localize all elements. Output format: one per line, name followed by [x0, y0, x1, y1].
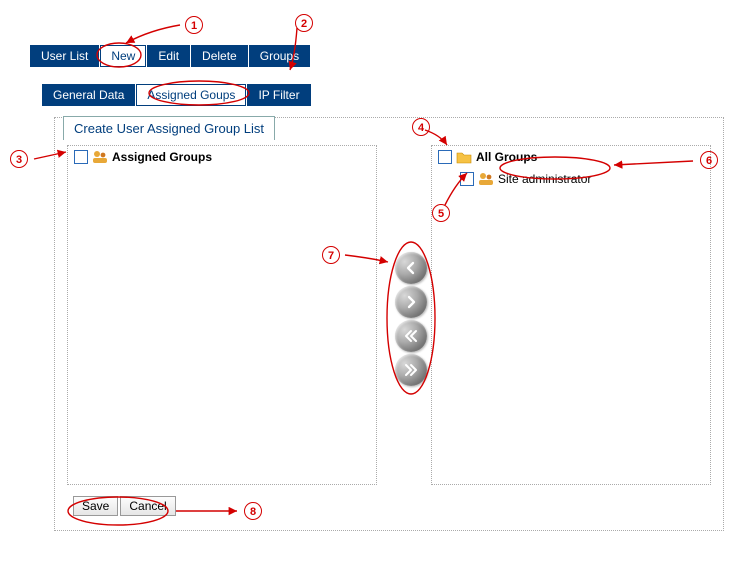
all-groups-label: All Groups [476, 150, 537, 164]
tab-bar: General Data Assigned Goups IP Filter [42, 84, 311, 106]
tab-ip-filter[interactable]: IP Filter [247, 84, 310, 106]
panel-title: Create User Assigned Group List [63, 116, 275, 140]
edit-button[interactable]: Edit [147, 45, 190, 67]
user-list-button[interactable]: User List [30, 45, 99, 67]
groups-button[interactable]: Groups [249, 45, 310, 67]
move-right-button[interactable] [395, 286, 427, 318]
folder-icon [456, 150, 472, 164]
assigned-groups-header-row: Assigned Groups [68, 146, 376, 168]
all-groups-item-1[interactable]: Site administrator [454, 168, 710, 190]
save-button[interactable]: Save [73, 496, 118, 516]
tab-general-data[interactable]: General Data [42, 84, 135, 106]
delete-button[interactable]: Delete [191, 45, 248, 67]
move-left-button[interactable] [395, 252, 427, 284]
people-icon [478, 172, 494, 186]
cancel-button[interactable]: Cancel [120, 496, 175, 516]
move-all-left-button[interactable] [395, 320, 427, 352]
main-panel: Create User Assigned Group List Assigned… [54, 117, 724, 531]
callout-2: 2 [295, 14, 313, 32]
all-groups-header-row: All Groups [432, 146, 710, 168]
new-button[interactable]: New [100, 45, 146, 67]
assigned-groups-checkbox[interactable] [74, 150, 88, 164]
top-toolbar: User List New Edit Delete Groups [30, 45, 310, 67]
assigned-groups-list: Assigned Groups [67, 145, 377, 485]
move-all-right-button[interactable] [395, 354, 427, 386]
form-buttons: Save Cancel [73, 496, 176, 516]
site-admin-checkbox[interactable] [460, 172, 474, 186]
all-groups-list: All Groups Site administrator [431, 145, 711, 485]
people-icon [92, 150, 108, 164]
tab-assigned-groups[interactable]: Assigned Goups [136, 84, 246, 106]
transfer-buttons [395, 252, 427, 386]
assigned-groups-label: Assigned Groups [112, 150, 212, 164]
site-admin-label: Site administrator [498, 172, 591, 186]
callout-3: 3 [10, 150, 28, 168]
all-groups-checkbox[interactable] [438, 150, 452, 164]
callout-1: 1 [185, 16, 203, 34]
